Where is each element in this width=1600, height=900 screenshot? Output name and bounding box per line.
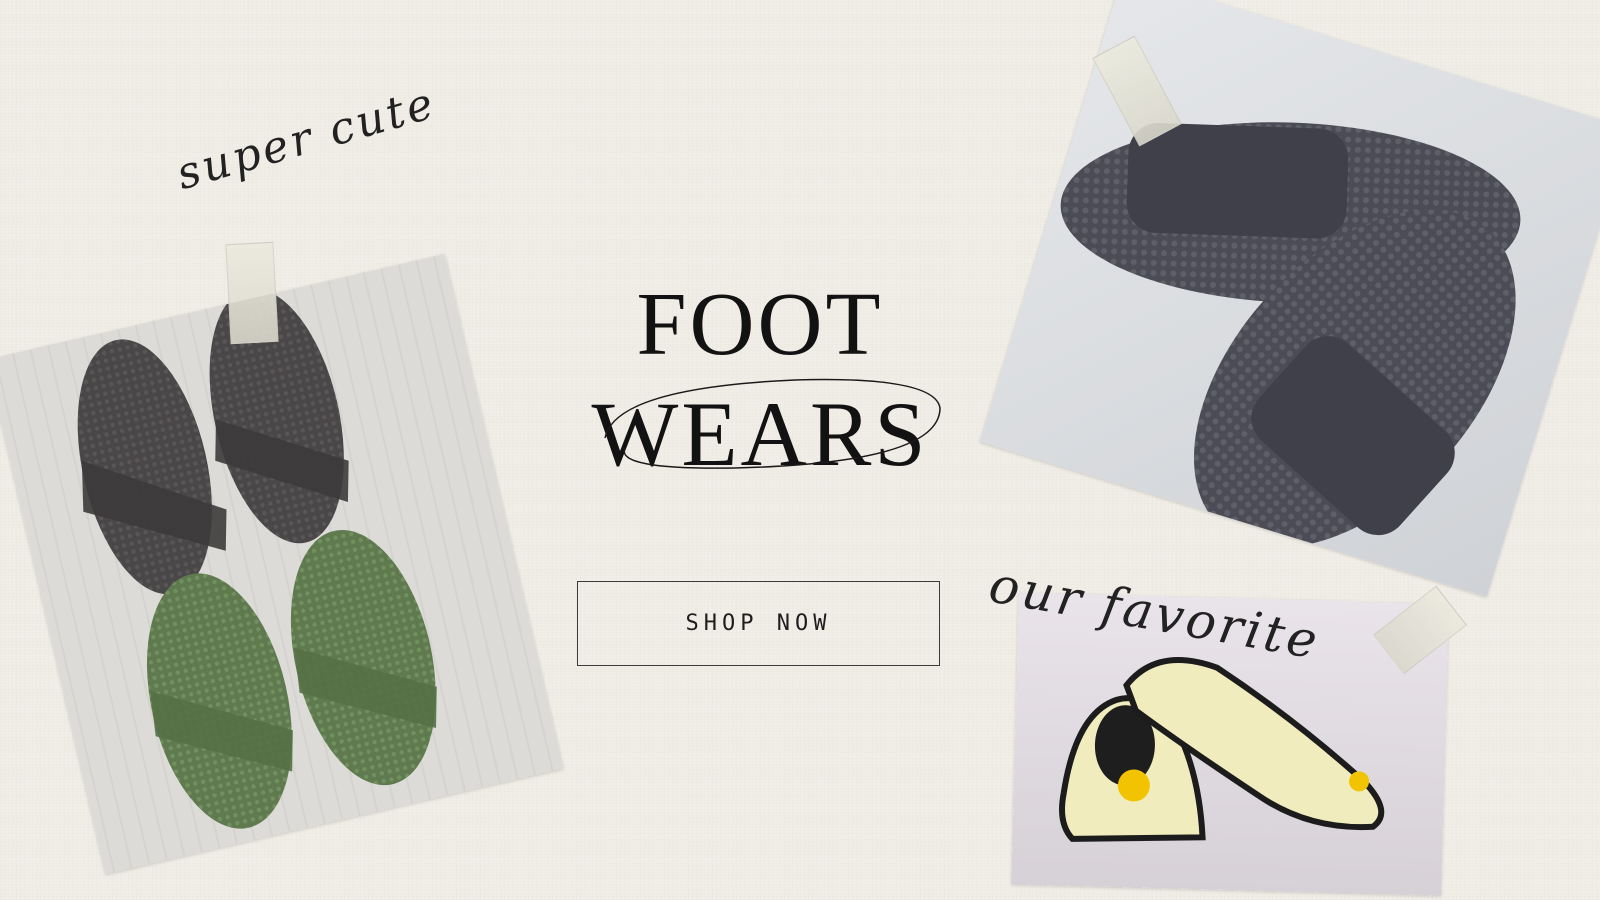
swash-underline-icon (604, 378, 941, 469)
photo-cross-strap-slippers (0, 253, 564, 875)
tagline-super-cute: super cute (170, 77, 442, 201)
photo-knitted-open-toe-slippers (979, 0, 1600, 597)
shop-now-button[interactable]: SHOP NOW (577, 581, 940, 666)
tape-strip-left (225, 241, 279, 345)
hero-title-line-1: FOOT (636, 275, 884, 374)
